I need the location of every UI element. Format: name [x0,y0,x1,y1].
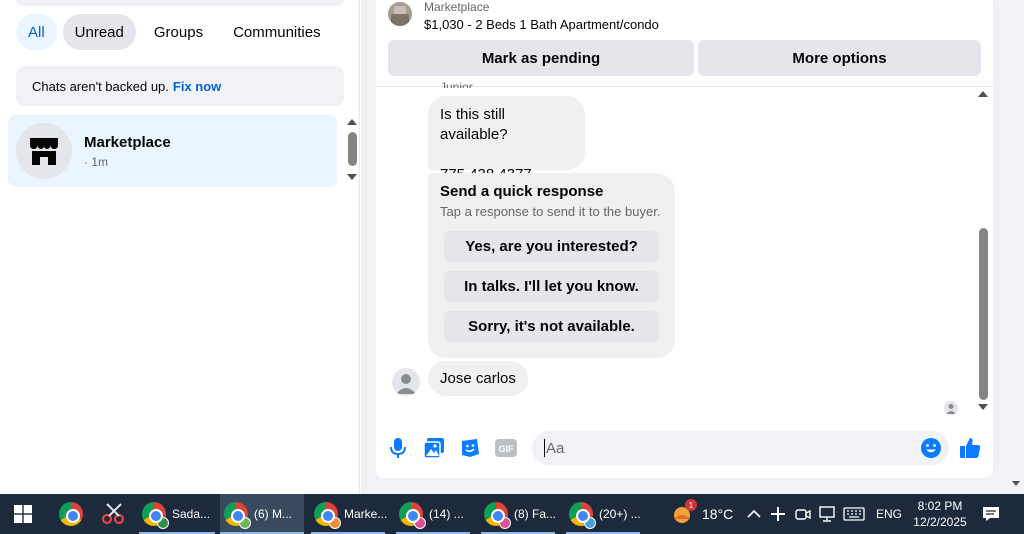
emoji-icon[interactable] [919,436,943,460]
svg-text:GIF: GIF [499,444,515,454]
chevron-up-icon[interactable] [747,494,761,534]
store-icon [30,138,58,165]
quick-response-card: Send a quick response Tap a response to … [428,173,675,358]
quick-response-option[interactable]: Sorry, it's not available. [444,311,659,342]
text-caret [544,439,545,457]
snipping-tool-icon[interactable] [101,494,127,534]
chat-filters: All Unread Groups Communities [16,14,333,50]
sticker-icon[interactable] [458,436,482,460]
taskbar-app-chrome[interactable]: (20+) ... [565,494,641,534]
taskbar-app-label: (14) ... [429,507,464,521]
conversation-scrollbar[interactable] [979,228,988,400]
clock-time: 8:02 PM [917,499,963,513]
listing-category: Marketplace [424,0,490,14]
chat-list-scroll-down-icon[interactable] [347,174,357,180]
conversation-scroll-down-icon[interactable] [978,404,988,410]
fix-now-link[interactable]: Fix now [173,79,221,94]
taskbar-app-chrome-active[interactable]: (6) M... [220,494,304,534]
notification-center-icon[interactable] [982,494,1000,534]
thumbs-up-icon[interactable] [958,436,982,460]
taskbar-app-chrome[interactable]: Marke... [310,494,388,534]
taskbar-app-chrome[interactable]: (8) Fa... [480,494,556,534]
listing-thumbnail[interactable] [388,2,412,26]
seen-indicator-avatar [944,401,958,415]
taskbar-app-label: Sada... [172,507,211,521]
backup-notice: Chats aren't backed up. Fix now [16,66,344,106]
weather-sun-icon: 1 [670,499,697,526]
taskbar-app-chrome[interactable]: (14) ... [395,494,471,534]
plus-icon[interactable] [770,494,786,534]
page-scroll-down-icon[interactable] [1012,481,1020,486]
chat-list-scrollbar[interactable] [348,132,357,166]
backup-notice-text: Chats aren't backed up. [32,78,169,94]
filter-groups[interactable]: Groups [142,14,215,50]
chat-list-panel: All Unread Groups Communities Chats aren… [0,0,360,494]
photo-gallery-icon[interactable] [422,436,446,460]
mark-as-pending-button[interactable]: Mark as pending [388,40,694,76]
taskbar-app-label: Marke... [344,507,388,521]
chat-list-scroll-up-icon[interactable] [347,119,357,125]
start-button[interactable] [14,494,36,534]
taskbar-app-label: (20+) ... [599,507,641,521]
taskbar-app-label: (8) Fa... [514,507,557,521]
windows-icon [14,505,32,523]
message-input-placeholder: Aa [546,439,565,457]
camera-icon[interactable] [795,494,811,534]
filter-communities[interactable]: Communities [221,14,333,50]
person-icon [396,374,416,394]
message-input[interactable]: Aa [532,431,949,465]
chat-time: · 1m [84,154,108,169]
weather-temp: 18°C [702,506,734,522]
keyboard-icon[interactable] [843,494,865,534]
listing-title[interactable]: $1,030 - 2 Beds 1 Bath Apartment/condo [424,17,659,32]
chrome-pinned-icon[interactable] [59,494,83,534]
language-indicator[interactable]: ENG [876,494,902,534]
quick-response-subtitle: Tap a response to send it to the buyer. [440,204,661,219]
network-icon[interactable] [818,494,836,534]
sender-name: Junior [440,80,473,88]
message-line: Is this still available? [440,106,508,143]
quick-response-option[interactable]: In talks. I'll let you know. [444,271,659,302]
filter-all[interactable]: All [16,14,57,50]
taskbar-app-chrome[interactable]: Sada... [138,494,216,534]
message-bubble[interactable]: Is this still available? 775 438 4377 [428,96,585,183]
taskbar-app-label: (6) M... [254,507,292,521]
clock[interactable]: 8:02 PM 12/2/2025 [910,494,970,534]
search-input[interactable] [16,0,344,6]
chat-item-marketplace[interactable]: Marketplace · 1m [8,115,337,187]
language-label: ENG [876,507,903,521]
clock-date: 12/2/2025 [913,515,967,529]
quick-response-option[interactable]: Yes, are you interested? [444,231,659,262]
message-bubble[interactable]: Jose carlos [428,361,528,396]
chat-name: Marketplace [84,133,171,151]
conversation-scroll-up-icon[interactable] [978,91,988,97]
weather-badge: 1 [685,499,697,511]
weather-widget[interactable]: 1 18°C [670,494,733,534]
buyer-avatar[interactable] [392,368,420,396]
windows-taskbar: Sada... (6) M... Marke... (14) ... (8) F… [0,494,1024,534]
marketplace-avatar [16,123,72,179]
gif-icon[interactable]: GIF [494,436,518,460]
microphone-icon[interactable] [386,436,410,460]
more-options-button[interactable]: More options [698,40,981,76]
filter-unread[interactable]: Unread [62,14,136,50]
quick-response-title: Send a quick response [440,183,604,200]
